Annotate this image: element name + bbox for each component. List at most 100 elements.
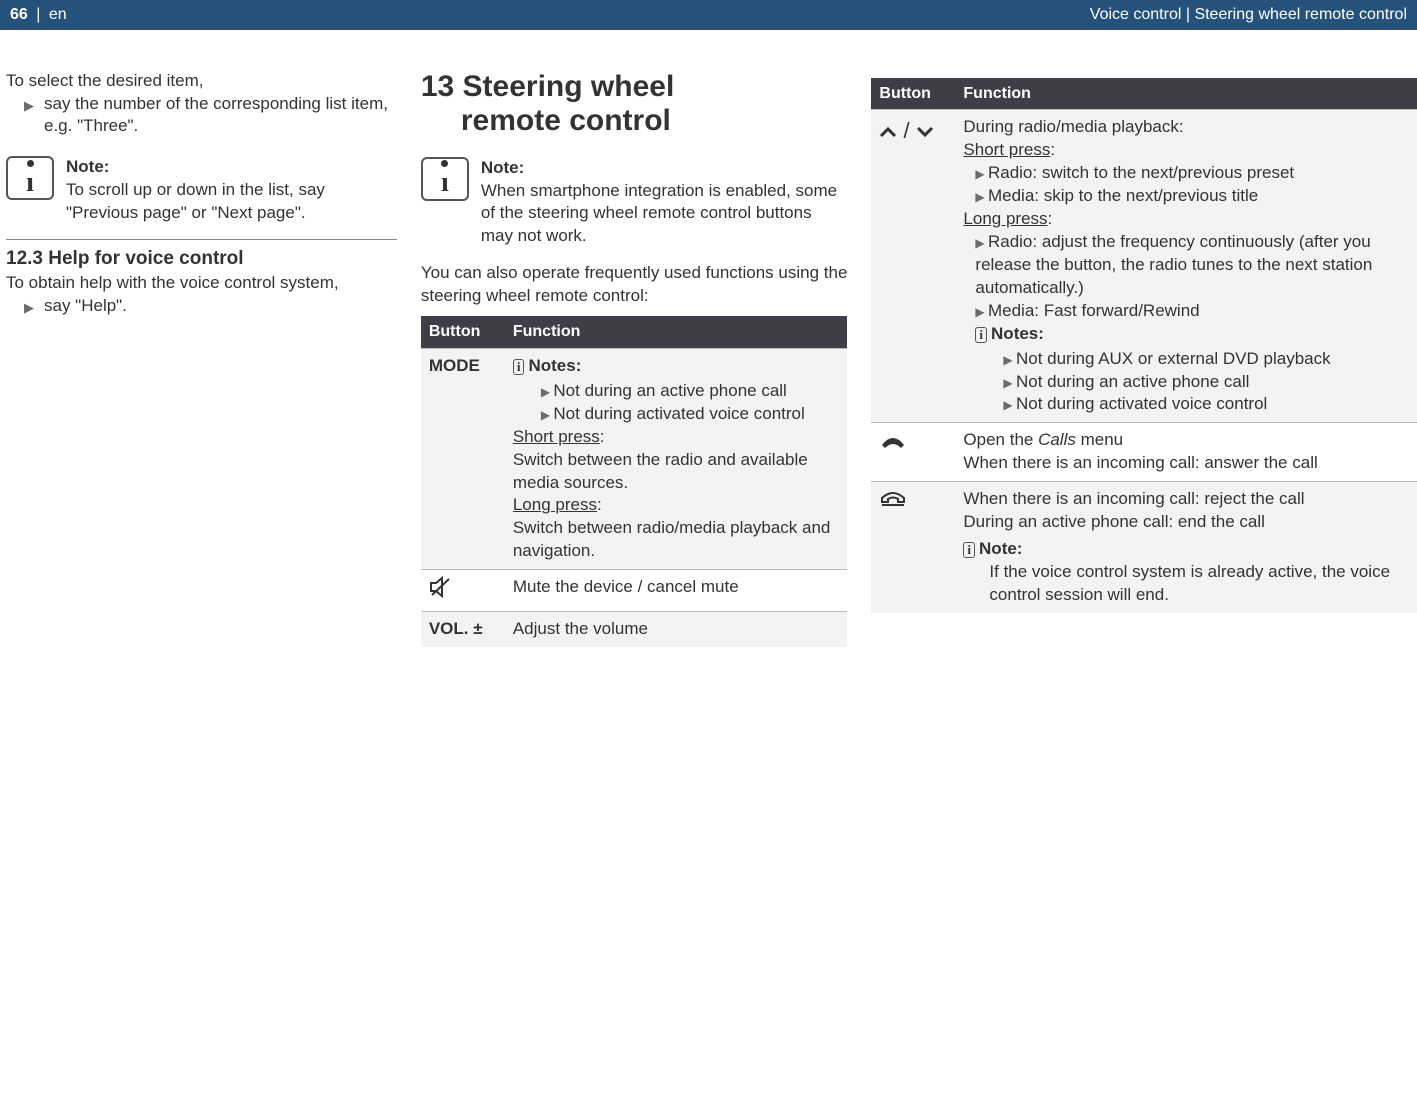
table-row: MODE iNotes: Not during an active phone … [421, 348, 848, 569]
note-label: Note: [979, 539, 1022, 558]
short-press-label: Short press [963, 140, 1050, 159]
section-divider [6, 239, 397, 240]
note-content: Note: When smartphone integration is ena… [481, 157, 848, 249]
note-phone: Not during an active phone call [1003, 371, 1409, 394]
help-intro: To obtain help with the voice control sy… [6, 272, 397, 295]
bullet-say-number: ▶ say the number of the corresponding li… [24, 93, 397, 139]
short-press-body: Switch between the radio and available m… [513, 450, 808, 492]
th-function: Function [505, 316, 848, 348]
hangup-reject: When there is an incoming call: reject t… [963, 488, 1409, 511]
info-icon: ı [421, 157, 469, 201]
triangle-bullet-icon: ▶ [24, 97, 34, 139]
note-aux: Not during AUX or external DVD playback [1003, 348, 1409, 371]
function-hangup: When there is an incoming call: reject t… [955, 482, 1417, 613]
th-function: Function [955, 78, 1417, 110]
hangup-note: iNote: If the voice control system is al… [963, 538, 1409, 607]
info-icon: i [975, 327, 987, 343]
page-lang: en [49, 6, 67, 23]
note-label: Note: [481, 157, 848, 180]
phone-pickup-icon [879, 429, 907, 451]
function-vol: Adjust the volume [505, 612, 848, 647]
calls-menu-name: Calls [1038, 430, 1076, 449]
table-row: When there is an incoming call: reject t… [871, 482, 1417, 613]
chevron-down-icon [916, 125, 934, 139]
pickup-open: Open the [963, 430, 1038, 449]
header-separator: | [36, 6, 40, 23]
heading-line-1: 13 Steering wheel [421, 70, 674, 103]
button-mode: MODE [421, 348, 505, 569]
triangle-bullet-icon: ▶ [24, 299, 34, 318]
chevron-up-icon [879, 125, 897, 139]
function-mode: iNotes: Not during an active phone call … [505, 348, 848, 569]
column-1: To select the desired item, ▶ say the nu… [0, 70, 397, 648]
note-content: Note: To scroll up or down in the list, … [66, 156, 397, 225]
function-pickup: Open the Calls menu When there is an inc… [955, 423, 1417, 482]
page-number: 66 [10, 6, 28, 23]
button-up-down: / [871, 110, 955, 423]
section-number: 12.3 [6, 248, 43, 269]
table-row: / During radio/media playback: Short pre… [871, 110, 1417, 423]
note-voice: Not during activated voice control [1003, 393, 1409, 416]
table-header-row: Button Function [871, 78, 1417, 110]
remote-intro: You can also operate frequently used fun… [421, 262, 848, 308]
button-pickup [871, 423, 955, 482]
phone-hangup-icon [879, 488, 907, 508]
long-press-label: Long press [963, 209, 1047, 228]
header-left: 66 | en [10, 4, 67, 26]
bullet-say-help: ▶ say "Help". [24, 295, 397, 318]
bullet-text: say "Help". [44, 295, 127, 318]
page-header: 66 | en Voice control | Steering wheel r… [0, 0, 1417, 30]
mute-icon [429, 576, 453, 598]
th-button: Button [871, 78, 955, 110]
pickup-menu-word: menu [1076, 430, 1123, 449]
notes-label: Notes: [991, 324, 1044, 343]
short-press-label: Short press [513, 427, 600, 446]
long-press-body: Switch between radio/media playback and … [513, 518, 831, 560]
mode-notes: iNotes: Not during an active phone call … [513, 355, 840, 426]
section-13-heading: 13 Steering wheel remote control [421, 70, 848, 139]
column-2: 13 Steering wheel remote control ı Note:… [421, 70, 848, 648]
section-name: Help for voice control [43, 248, 244, 269]
function-table-2: Button Function / During radio/media pla… [871, 78, 1417, 613]
playback-intro: During radio/media playback: [963, 116, 1409, 139]
note-smartphone: ı Note: When smartphone integration is e… [421, 157, 848, 249]
updown-notes: iNotes: Not during AUX or external DVD p… [975, 323, 1409, 417]
page-content: To select the desired item, ▶ say the nu… [0, 30, 1417, 648]
mode-note-1: Not during an active phone call [541, 380, 840, 403]
heading-line-2: remote control [421, 104, 848, 139]
column-3: Button Function / During radio/media pla… [871, 70, 1417, 648]
function-up-down: During radio/media playback: Short press… [955, 110, 1417, 423]
bullet-text: say the number of the corresponding list… [44, 93, 397, 139]
long-press-label: Long press [513, 495, 597, 514]
long-press-block: Long press: Radio: adjust the frequency … [963, 208, 1409, 323]
mode-short-press: Short press: Switch between the radio an… [513, 426, 840, 495]
header-title: Voice control | Steering wheel remote co… [1090, 4, 1407, 26]
note-body: When smartphone integration is enabled, … [481, 180, 848, 249]
long-press-media: Media: Fast forward/Rewind [975, 300, 1409, 323]
table-row: Open the Calls menu When there is an inc… [871, 423, 1417, 482]
select-item-intro: To select the desired item, [6, 70, 397, 93]
table-row: Mute the device / cancel mute [421, 570, 848, 612]
short-press-block: Short press: Radio: switch to the next/p… [963, 139, 1409, 208]
short-press-media: Media: skip to the next/previous title [975, 185, 1409, 208]
table-header-row: Button Function [421, 316, 848, 348]
button-hangup [871, 482, 955, 613]
short-press-radio: Radio: switch to the next/previous prese… [975, 162, 1409, 185]
info-icon: ı [6, 156, 54, 200]
function-mute: Mute the device / cancel mute [505, 570, 848, 612]
pickup-incoming: When there is an incoming call: answer t… [963, 453, 1317, 472]
table-row: VOL. ± Adjust the volume [421, 612, 848, 647]
hangup-end: During an active phone call: end the cal… [963, 511, 1409, 534]
info-icon: i [513, 359, 525, 375]
long-press-radio: Radio: adjust the frequency continuously… [975, 231, 1409, 300]
mode-long-press: Long press: Switch between radio/media p… [513, 494, 840, 563]
slash-separator: / [904, 118, 910, 143]
note-body: To scroll up or down in the list, say "P… [66, 179, 397, 225]
hangup-note-body: If the voice control system is already a… [989, 561, 1409, 607]
function-table-1: Button Function MODE iNotes: Not during … [421, 316, 848, 647]
button-mute [421, 570, 505, 612]
note-label: Note: [66, 156, 397, 179]
note-scroll: ı Note: To scroll up or down in the list… [6, 156, 397, 225]
mode-note-2: Not during activated voice control [541, 403, 840, 426]
th-button: Button [421, 316, 505, 348]
